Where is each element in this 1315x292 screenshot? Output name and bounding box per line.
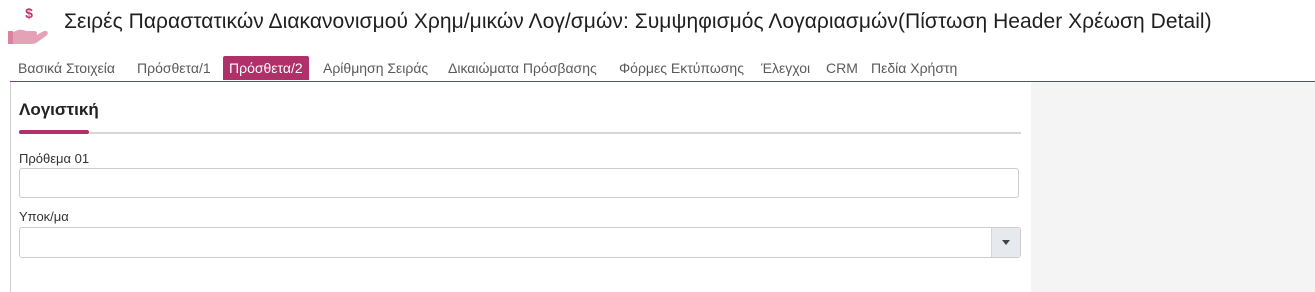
hand-money-icon: $ <box>8 3 50 45</box>
tab-checks[interactable]: Έλεγχοι <box>761 56 810 80</box>
form-panel: Λογιστική Πρόθεμα 01 Υποκ/μα <box>10 82 1031 292</box>
tab-bar: Βασικά Στοιχεία Πρόσθετα/1 Πρόσθετα/2 Αρ… <box>10 56 1315 82</box>
tab-print-forms[interactable]: Φόρμες Εκτύπωσης <box>619 56 744 80</box>
caret-down-icon <box>1002 239 1010 245</box>
section-title: Λογιστική <box>19 100 99 119</box>
prefix-input[interactable] <box>19 168 1019 198</box>
tab-series-numbering[interactable]: Αρίθμηση Σειράς <box>323 56 428 80</box>
prefix-label: Πρόθεμα 01 <box>19 151 90 166</box>
page-header: $ Σειρές Παραστατικών Διακανονισμού Χρημ… <box>0 0 1315 50</box>
content-area: Λογιστική Πρόθεμα 01 Υποκ/μα <box>10 82 1315 292</box>
dropdown-button[interactable] <box>991 228 1020 257</box>
subaccount-select[interactable] <box>19 227 1021 258</box>
tab-additional-1[interactable]: Πρόσθετα/1 <box>137 56 211 80</box>
svg-text:$: $ <box>25 5 33 21</box>
tab-user-fields[interactable]: Πεδία Χρήστη <box>871 56 957 80</box>
tab-access-rights[interactable]: Δικαιώματα Πρόσβασης <box>448 56 597 80</box>
section-divider <box>19 132 1021 134</box>
tab-crm[interactable]: CRM <box>826 56 858 80</box>
tab-additional-2[interactable]: Πρόσθετα/2 <box>223 56 309 80</box>
section-accent-bar <box>19 130 89 134</box>
page-title: Σειρές Παραστατικών Διακανονισμού Χρημ/μ… <box>64 10 1212 33</box>
subaccount-label: Υποκ/μα <box>19 209 69 224</box>
tab-basic-info[interactable]: Βασικά Στοιχεία <box>18 56 115 80</box>
